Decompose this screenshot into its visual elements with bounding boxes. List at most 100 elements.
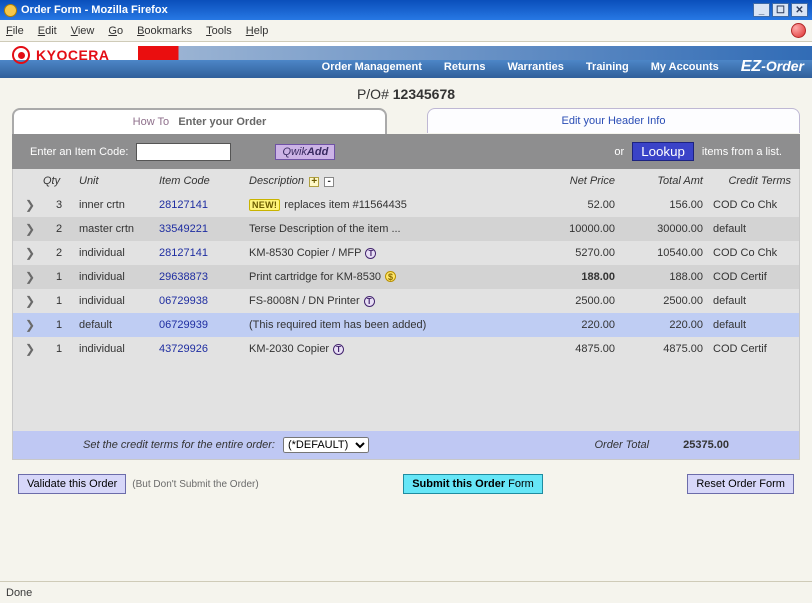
row-unit: inner crtn bbox=[77, 196, 157, 214]
row-expand-chevron-icon[interactable]: ❯ bbox=[19, 315, 41, 335]
table-row[interactable]: ❯2master crtn33549221Terse Description o… bbox=[13, 217, 799, 241]
window-maximize-button[interactable]: ☐ bbox=[772, 3, 789, 17]
tab-edit-header[interactable]: Edit your Header Info bbox=[427, 108, 800, 133]
order-total-value: 25375.00 bbox=[683, 439, 729, 451]
tab-enter-order-label: Enter your Order bbox=[178, 116, 266, 128]
lookup-suffix: items from a list. bbox=[702, 146, 782, 158]
table-row[interactable]: ❯3inner crtn28127141NEW!replaces item #1… bbox=[13, 193, 799, 217]
nav-training[interactable]: Training bbox=[586, 61, 629, 73]
menu-edit[interactable]: Edit bbox=[38, 25, 57, 37]
col-qty: Qty bbox=[41, 173, 77, 189]
lookup-button[interactable]: Lookup bbox=[632, 142, 694, 161]
table-row[interactable]: ❯1default06729939(This required item has… bbox=[13, 313, 799, 337]
row-description: NEW!replaces item #11564435 bbox=[247, 196, 529, 214]
validate-note: (But Don't Submit the Order) bbox=[132, 479, 258, 490]
row-expand-chevron-icon[interactable]: ❯ bbox=[19, 195, 41, 215]
credit-terms-select[interactable]: (*DEFAULT) bbox=[283, 437, 369, 453]
kyocera-logo: KYOCERA bbox=[12, 46, 110, 64]
row-expand-chevron-icon[interactable]: ❯ bbox=[19, 291, 41, 311]
item-entry-prompt: Enter an Item Code: bbox=[30, 146, 128, 158]
window-close-button[interactable]: ✕ bbox=[791, 3, 808, 17]
description-expand-icon[interactable]: + bbox=[309, 177, 319, 187]
order-table-header: Qty Unit Item Code Description + - Net P… bbox=[13, 169, 799, 193]
tab-howto-link[interactable]: How To bbox=[133, 116, 169, 128]
menu-view[interactable]: View bbox=[71, 25, 95, 37]
menu-bookmarks[interactable]: Bookmarks bbox=[137, 25, 192, 37]
row-expand-chevron-icon[interactable]: ❯ bbox=[19, 267, 41, 287]
row-description: KM-8530 Copier / MFPT bbox=[247, 244, 529, 262]
item-entry-bar: Enter an Item Code: QwikAdd or Lookup it… bbox=[12, 134, 800, 169]
description-collapse-icon[interactable]: - bbox=[324, 177, 334, 187]
row-total-amt: 10540.00 bbox=[617, 244, 705, 262]
reset-order-button[interactable]: Reset Order Form bbox=[687, 474, 794, 494]
menu-tools[interactable]: Tools bbox=[206, 25, 232, 37]
qwikadd-button[interactable]: QwikAdd bbox=[275, 144, 335, 160]
row-expand-chevron-icon[interactable]: ❯ bbox=[19, 339, 41, 359]
tab-enter-order[interactable]: How To Enter your Order bbox=[12, 108, 387, 134]
row-expand-chevron-icon[interactable]: ❯ bbox=[19, 219, 41, 239]
row-item-code[interactable]: 33549221 bbox=[157, 220, 247, 238]
window-titlebar: Order Form - Mozilla Firefox _ ☐ ✕ bbox=[0, 0, 812, 20]
action-buttons-row: Validate this Order (But Don't Submit th… bbox=[12, 460, 800, 494]
status-bar: Done bbox=[0, 581, 812, 603]
row-item-code[interactable]: 06729938 bbox=[157, 292, 247, 310]
row-qty: 1 bbox=[41, 340, 77, 358]
row-item-code[interactable]: 43729926 bbox=[157, 340, 247, 358]
table-row[interactable]: ❯1individual43729926KM-2030 CopierT4875.… bbox=[13, 337, 799, 361]
item-code-input[interactable] bbox=[136, 143, 231, 161]
row-credit-terms: COD Co Chk bbox=[705, 196, 793, 214]
po-number-line: P/O# 12345678 bbox=[12, 84, 800, 108]
kyocera-logo-text: KYOCERA bbox=[36, 47, 110, 63]
row-net-price: 4875.00 bbox=[529, 340, 617, 358]
nav-returns[interactable]: Returns bbox=[444, 61, 486, 73]
nav-my-accounts[interactable]: My Accounts bbox=[651, 61, 719, 73]
nav-order-management[interactable]: Order Management bbox=[322, 61, 422, 73]
row-expand-chevron-icon[interactable]: ❯ bbox=[19, 243, 41, 263]
window-title: Order Form - Mozilla Firefox bbox=[21, 4, 168, 16]
col-total-amt: Total Amt bbox=[617, 173, 705, 189]
row-description: Print cartridge for KM-8530$ bbox=[247, 268, 529, 286]
row-net-price: 188.00 bbox=[529, 268, 617, 286]
browser-menubar: File Edit View Go Bookmarks Tools Help bbox=[0, 20, 812, 42]
app-close-icon[interactable] bbox=[791, 23, 806, 38]
col-net-price: Net Price bbox=[529, 173, 617, 189]
row-item-code[interactable]: 28127141 bbox=[157, 244, 247, 262]
submit-order-button[interactable]: Submit this Order Form bbox=[403, 474, 543, 494]
row-net-price: 10000.00 bbox=[529, 220, 617, 238]
table-row[interactable]: ❯2individual28127141KM-8530 Copier / MFP… bbox=[13, 241, 799, 265]
order-table: Qty Unit Item Code Description + - Net P… bbox=[12, 169, 800, 460]
row-item-code[interactable]: 29638873 bbox=[157, 268, 247, 286]
table-row[interactable]: ❯1individual06729938FS-8008N / DN Printe… bbox=[13, 289, 799, 313]
row-total-amt: 220.00 bbox=[617, 316, 705, 334]
ez-order-brand: EZ-Order bbox=[741, 58, 804, 76]
row-unit: individual bbox=[77, 268, 157, 286]
row-qty: 1 bbox=[41, 316, 77, 334]
or-label: or bbox=[614, 146, 624, 158]
menu-help[interactable]: Help bbox=[246, 25, 269, 37]
validate-order-button[interactable]: Validate this Order bbox=[18, 474, 126, 494]
brand-header: KYOCERA Order Management Returns Warrant… bbox=[0, 42, 812, 78]
row-item-code[interactable]: 06729939 bbox=[157, 316, 247, 334]
row-credit-terms: COD Certif bbox=[705, 268, 793, 286]
menu-file[interactable]: File bbox=[6, 25, 24, 37]
row-qty: 2 bbox=[41, 244, 77, 262]
row-credit-terms: COD Certif bbox=[705, 340, 793, 358]
row-net-price: 220.00 bbox=[529, 316, 617, 334]
menu-go[interactable]: Go bbox=[108, 25, 123, 37]
row-unit: default bbox=[77, 316, 157, 334]
row-credit-terms: COD Co Chk bbox=[705, 244, 793, 262]
set-terms-label: Set the credit terms for the entire orde… bbox=[83, 439, 275, 451]
window-minimize-button[interactable]: _ bbox=[753, 3, 770, 17]
table-row[interactable]: ❯1individual29638873Print cartridge for … bbox=[13, 265, 799, 289]
row-unit: individual bbox=[77, 292, 157, 310]
row-item-code[interactable]: 28127141 bbox=[157, 196, 247, 214]
row-description: KM-2030 CopierT bbox=[247, 340, 529, 358]
kyocera-logo-icon bbox=[12, 46, 30, 64]
nav-warranties[interactable]: Warranties bbox=[507, 61, 563, 73]
row-qty: 3 bbox=[41, 196, 77, 214]
row-description: FS-8008N / DN PrinterT bbox=[247, 292, 529, 310]
col-unit: Unit bbox=[77, 173, 157, 189]
type-badge-icon: T bbox=[333, 344, 344, 355]
row-qty: 1 bbox=[41, 292, 77, 310]
row-total-amt: 188.00 bbox=[617, 268, 705, 286]
